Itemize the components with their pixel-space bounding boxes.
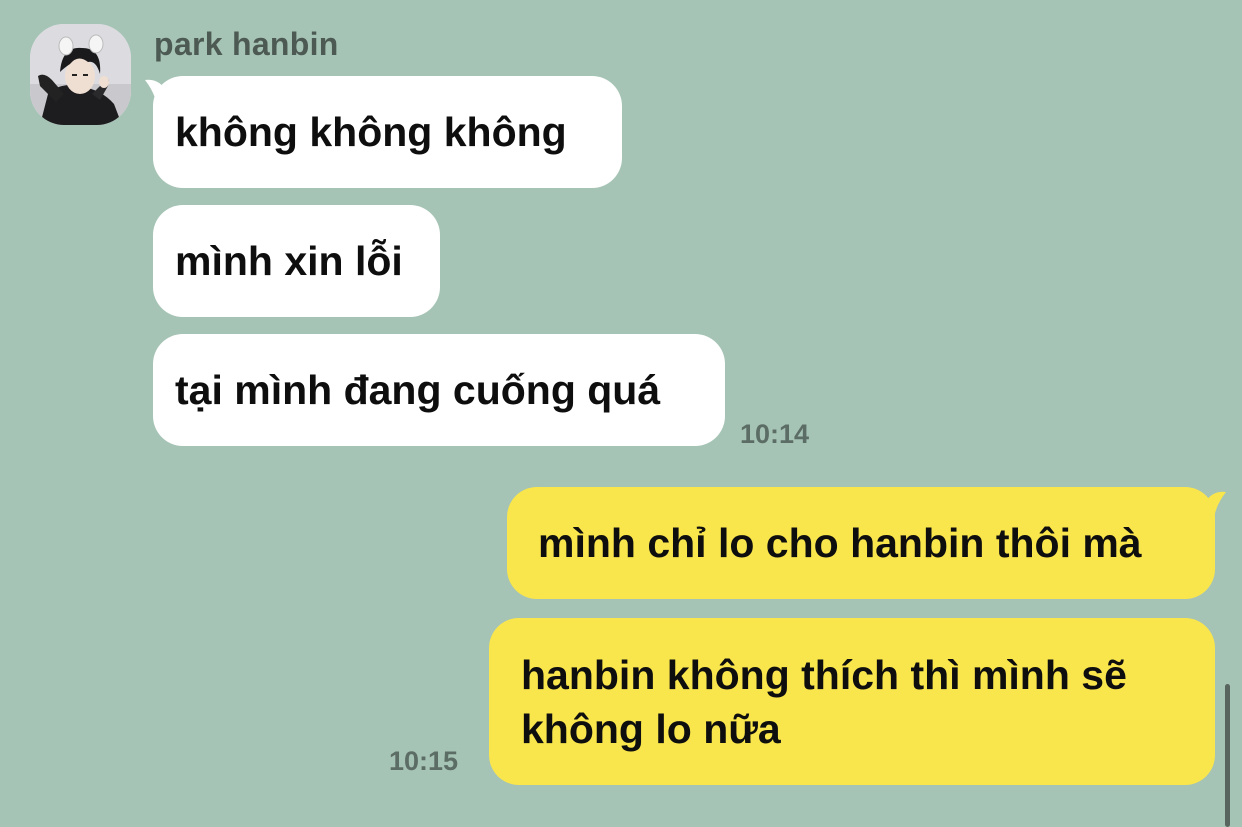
- chat-view: park hanbin không không không mình xin l…: [0, 0, 1242, 827]
- outgoing-timestamp: 10:15: [389, 746, 459, 776]
- incoming-timestamp: 10:14: [740, 419, 810, 449]
- message-text: tại mình đang cuống quá: [175, 367, 661, 413]
- sender-name: park hanbin: [154, 26, 339, 62]
- scrollbar[interactable]: [1225, 684, 1230, 827]
- message-text: mình chỉ lo cho hanbin thôi mà: [538, 520, 1142, 566]
- message-text: mình xin lỗi: [175, 238, 403, 284]
- outgoing-message-2[interactable]: hanbin không thích thì mình sẽ không lo …: [489, 618, 1215, 785]
- message-text: hanbin không thích thì mình sẽ không lo …: [521, 651, 1127, 752]
- sender-avatar[interactable]: [30, 24, 131, 125]
- incoming-message-2[interactable]: mình xin lỗi: [153, 205, 440, 317]
- message-text: không không không: [175, 109, 567, 155]
- profile-photo-icon: [30, 24, 131, 125]
- incoming-message-3[interactable]: tại mình đang cuống quá: [153, 334, 725, 446]
- incoming-message-1[interactable]: không không không: [153, 76, 622, 188]
- outgoing-message-1[interactable]: mình chỉ lo cho hanbin thôi mà: [507, 487, 1215, 599]
